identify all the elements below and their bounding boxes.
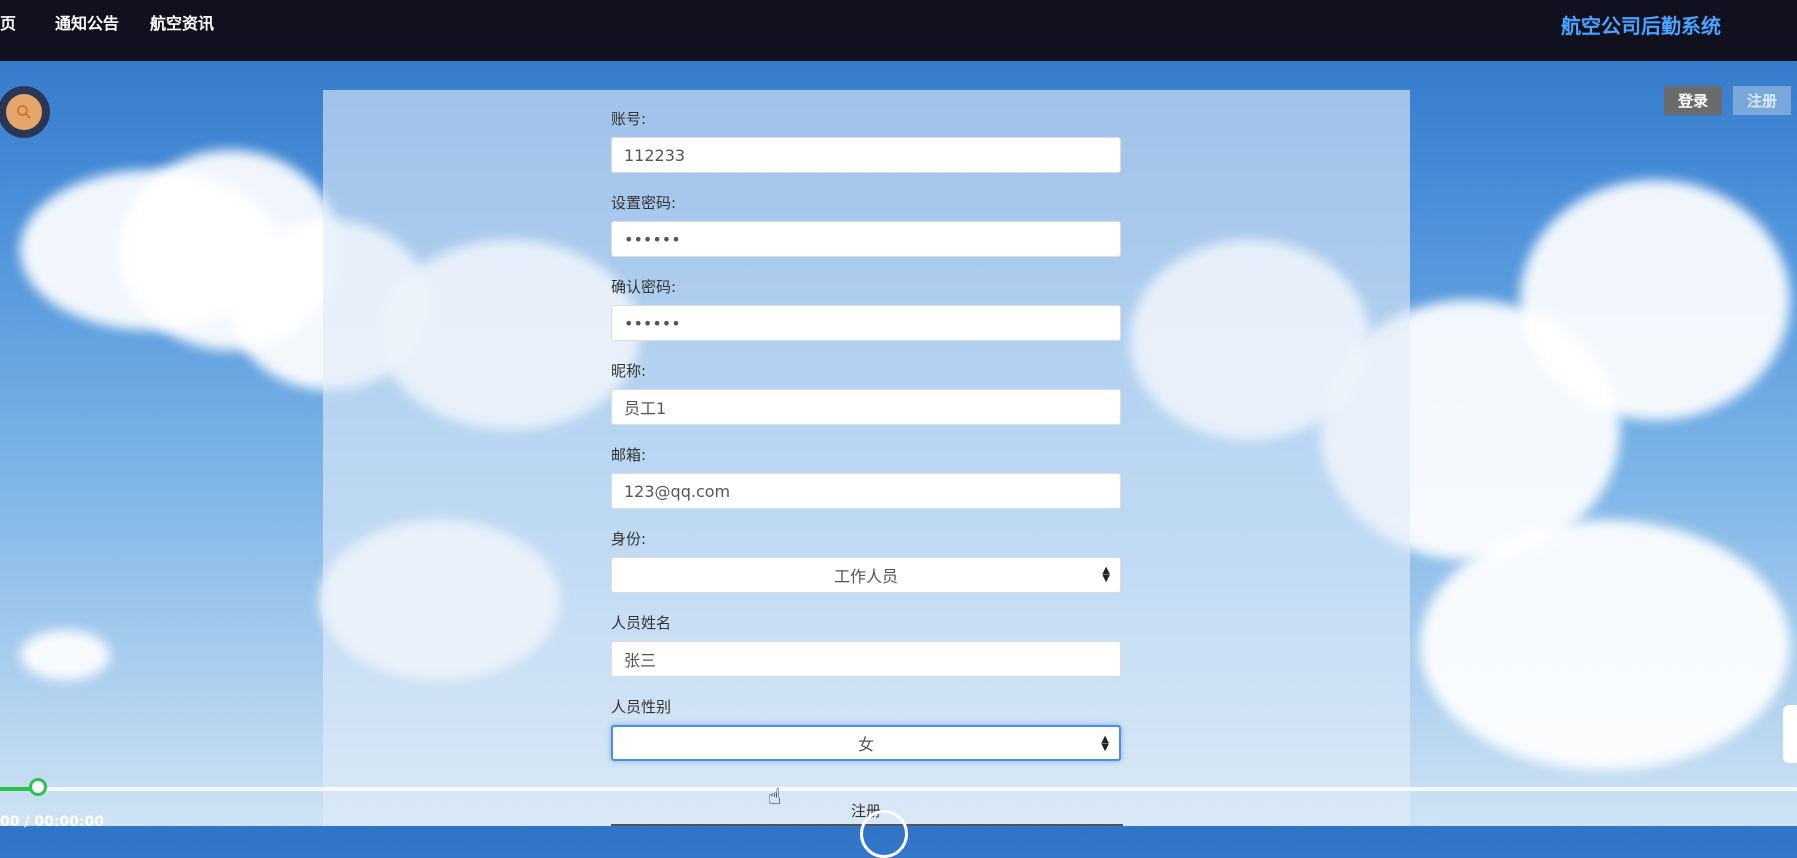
staff-gender-select[interactable]: 女 ▲ ▼ bbox=[611, 725, 1121, 761]
account-label: 账号: bbox=[611, 110, 647, 128]
staff-gender-select-value: 女 bbox=[857, 735, 874, 754]
play-button[interactable] bbox=[860, 810, 908, 858]
nickname-label: 昵称: bbox=[611, 362, 647, 380]
login-button[interactable]: 登录 bbox=[1664, 86, 1723, 115]
staff-gender-label: 人员性别 bbox=[611, 698, 672, 716]
search-button[interactable] bbox=[0, 86, 50, 138]
password-label: 设置密码: bbox=[611, 194, 677, 212]
sort-arrows-icon: ▲ ▼ bbox=[1102, 565, 1110, 584]
site-brand-title: 航空公司后勤系统 bbox=[1561, 14, 1721, 38]
role-select[interactable]: 工作人员 ▲ ▼ bbox=[611, 557, 1121, 593]
nav-aviation-news-link[interactable]: 航空资讯 bbox=[150, 10, 214, 34]
account-input[interactable]: 112233 bbox=[611, 137, 1121, 173]
video-progress-handle[interactable] bbox=[29, 778, 47, 796]
role-label: 身份: bbox=[611, 530, 647, 548]
email-label: 邮箱: bbox=[611, 446, 647, 464]
password-input[interactable]: •••••• bbox=[611, 221, 1121, 257]
staff-name-label: 人员姓名 bbox=[611, 614, 672, 632]
register-panel bbox=[323, 90, 1410, 826]
sort-arrows-icon: ▲ ▼ bbox=[1101, 734, 1109, 753]
email-input[interactable]: 123@qq.com bbox=[611, 473, 1121, 509]
top-navbar: 页 通知公告 航空资讯 航空公司后勤系统 bbox=[0, 0, 1797, 61]
nav-home-link[interactable]: 页 bbox=[0, 10, 16, 34]
video-time-readout: 00 / 00:00:00 bbox=[0, 814, 104, 830]
staff-name-input[interactable]: 张三 bbox=[611, 641, 1121, 677]
hand-cursor-icon: ☝ bbox=[768, 785, 782, 810]
register-button[interactable]: 注册 bbox=[1733, 86, 1792, 115]
role-select-value: 工作人员 bbox=[833, 567, 898, 586]
nickname-input[interactable]: 员工1 bbox=[611, 389, 1121, 425]
confirm-password-input[interactable]: •••••• bbox=[611, 305, 1121, 341]
side-panel-tab[interactable] bbox=[1783, 705, 1797, 763]
confirm-password-label: 确认密码: bbox=[611, 278, 677, 296]
search-icon bbox=[6, 94, 42, 130]
video-progress-track[interactable] bbox=[0, 787, 1797, 791]
nav-notice-link[interactable]: 通知公告 bbox=[55, 10, 119, 34]
